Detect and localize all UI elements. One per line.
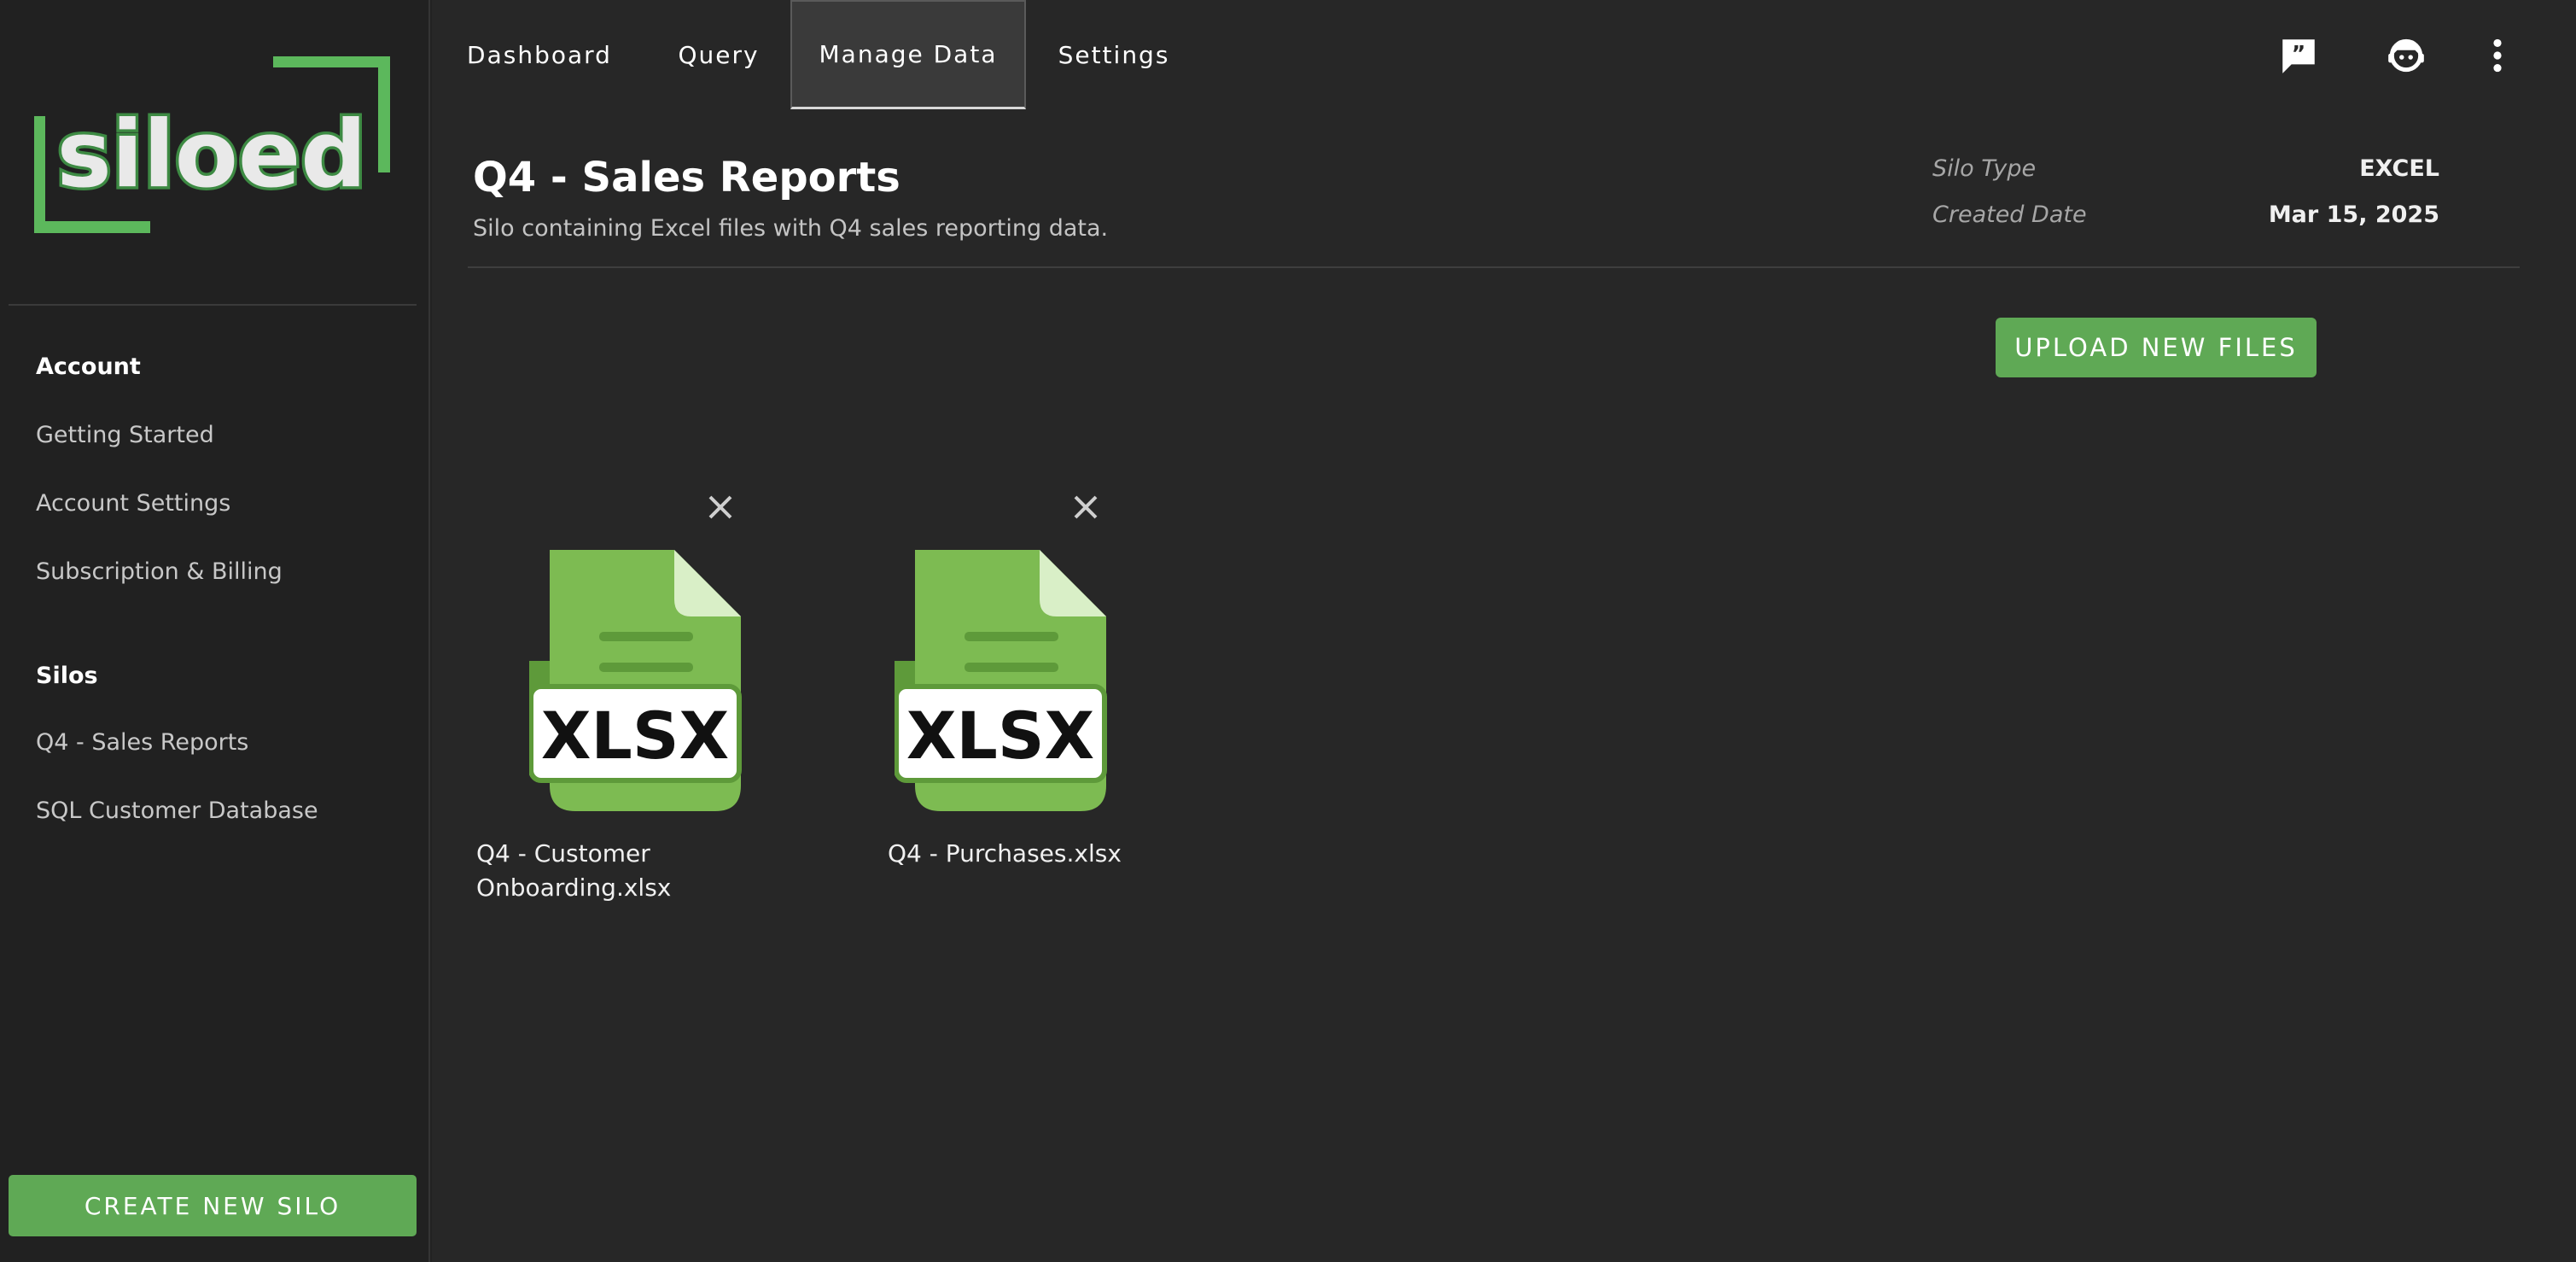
tab-manage-data[interactable]: Manage Data xyxy=(790,0,1026,109)
sidebar-divider xyxy=(9,304,417,306)
xlsx-file-icon: XLSX xyxy=(894,550,1110,811)
file-name: Q4 - Customer Onboarding.xlsx xyxy=(476,837,732,905)
xlsx-badge-text: XLSX xyxy=(906,698,1094,774)
xlsx-badge-text: XLSX xyxy=(541,698,729,774)
sidebar: siloed Account Getting Started Account S… xyxy=(0,0,430,1262)
sidebar-item-q4-sales-reports[interactable]: Q4 - Sales Reports xyxy=(36,729,248,756)
xlsx-file-icon: XLSX xyxy=(528,550,744,811)
page-description: Silo containing Excel files with Q4 sale… xyxy=(473,215,1109,242)
silo-type-label: Silo Type xyxy=(1932,155,2037,182)
file-name: Q4 - Purchases.xlsx xyxy=(888,837,1161,871)
create-new-silo-button[interactable]: CREATE NEW SILO xyxy=(9,1175,417,1236)
tab-dashboard[interactable]: Dashboard xyxy=(449,0,630,109)
main-content: Dashboard Query Manage Data Settings ” Q… xyxy=(432,0,2576,1262)
sidebar-item-getting-started[interactable]: Getting Started xyxy=(36,422,214,448)
file-card[interactable]: XLSX Q4 - Customer Onboarding.xlsx xyxy=(468,478,742,922)
sidebar-item-account-settings[interactable]: Account Settings xyxy=(36,490,230,517)
close-icon[interactable] xyxy=(703,490,737,524)
file-name-line1: Q4 - Purchases.xlsx xyxy=(888,839,1122,868)
more-vert-icon[interactable] xyxy=(2484,34,2511,77)
sidebar-item-subscription-billing[interactable]: Subscription & Billing xyxy=(36,558,283,585)
sidebar-section-account: Account xyxy=(36,353,141,380)
upload-new-files-button[interactable]: UPLOAD NEW FILES xyxy=(1996,318,2317,377)
page-title: Q4 - Sales Reports xyxy=(473,154,900,202)
file-name-line2: Onboarding.xlsx xyxy=(476,873,672,902)
file-card[interactable]: XLSX Q4 - Purchases.xlsx xyxy=(833,478,1122,922)
logo-text: siloed xyxy=(56,102,366,208)
created-date-label: Created Date xyxy=(1932,202,2087,228)
close-icon[interactable] xyxy=(1069,490,1103,524)
header-divider xyxy=(468,266,2520,268)
sidebar-section-silos: Silos xyxy=(36,663,98,689)
app-window: siloed Account Getting Started Account S… xyxy=(0,0,2576,1262)
sidebar-item-sql-customer-database[interactable]: SQL Customer Database xyxy=(36,798,318,824)
silo-type-value: EXCEL xyxy=(2359,155,2439,182)
siloed-logo[interactable]: siloed xyxy=(33,56,393,236)
created-date-value: Mar 15, 2025 xyxy=(2268,202,2439,228)
file-name-line1: Q4 - Customer xyxy=(476,839,650,868)
tab-settings[interactable]: Settings xyxy=(1043,0,1185,109)
support-agent-icon[interactable] xyxy=(2385,34,2427,77)
tab-query[interactable]: Query xyxy=(656,0,782,109)
feedback-icon[interactable]: ” xyxy=(2277,34,2320,77)
svg-text:”: ” xyxy=(2292,41,2305,66)
